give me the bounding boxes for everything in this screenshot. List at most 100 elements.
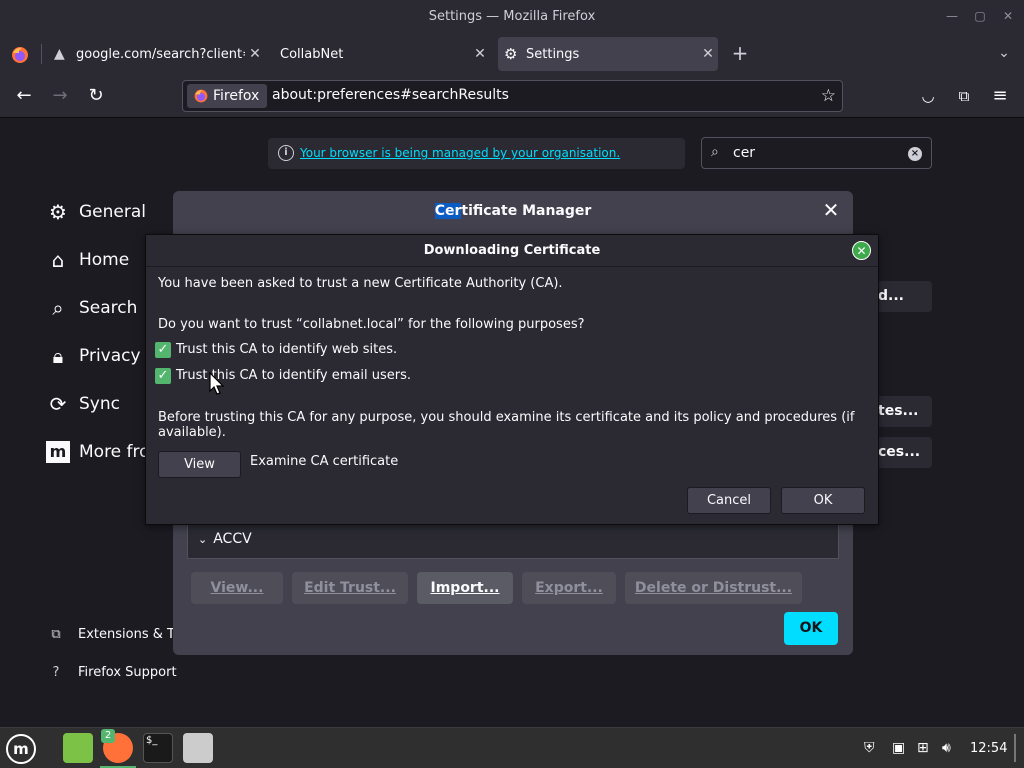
certificate-tree[interactable]: ⌄ ACCV (187, 521, 839, 559)
managed-link[interactable]: Your browser is being managed by your or… (300, 146, 620, 160)
help-icon: ? (52, 665, 60, 680)
managed-notice: i Your browser is being managed by your … (268, 138, 685, 169)
network-icon[interactable]: ⊞ (917, 740, 929, 756)
home-icon: ⌂ (51, 248, 65, 272)
window-titlebar: Settings — Mozilla Firefox — ▢ ✕ (0, 0, 1024, 34)
terminal-icon[interactable]: $_ (143, 733, 173, 763)
trust-web-checkbox[interactable]: ✓ (155, 342, 171, 358)
title-rest: tificate Manager (461, 203, 592, 219)
extensions-themes-link[interactable]: ⧉ Extensions & Th (46, 627, 183, 642)
view-cert-button[interactable]: View... (191, 572, 283, 604)
category-search[interactable]: ⌕ Search (46, 294, 137, 322)
edit-trust-button[interactable]: Edit Trust... (292, 572, 408, 604)
tab-collabnet[interactable]: CollabNet ✕ (272, 37, 490, 71)
button-label: ces... (878, 444, 921, 460)
url-text[interactable]: about:preferences#searchResults (272, 87, 509, 103)
delete-distrust-button[interactable]: Delete or Distrust... (625, 572, 802, 604)
view-certificate-button[interactable]: View (158, 451, 241, 478)
close-window-button[interactable]: ✕ (1000, 8, 1016, 24)
menu-icon[interactable]: ≡ (986, 82, 1014, 110)
intro-text: You have been asked to trust a new Certi… (158, 276, 563, 291)
trust-email-checkbox[interactable]: ✓ (155, 368, 171, 384)
button-label: d... (878, 288, 904, 304)
dialog-title: Downloading Certificate (423, 243, 601, 258)
close-tab-icon[interactable]: ✕ (470, 46, 490, 62)
footer-label: Firefox Support (78, 665, 177, 680)
identity-label: Firefox (213, 88, 260, 104)
category-general[interactable]: ⚙ General (46, 198, 146, 226)
volume-icon[interactable]: 🔊︎ (942, 740, 951, 756)
question-text: Do you want to trust “collabnet.local” f… (158, 317, 585, 332)
window-title: Settings — Mozilla Firefox (428, 9, 596, 24)
maximize-button[interactable]: ▢ (972, 8, 988, 24)
lock-icon: 🔒︎ (52, 344, 64, 368)
firefox-logo-icon (194, 89, 208, 103)
identity-box[interactable]: Firefox (187, 84, 268, 108)
window-count-badge: 2 (101, 729, 115, 743)
footer-label: Extensions & Th (78, 627, 184, 642)
category-home[interactable]: ⌂ Home (46, 246, 130, 274)
close-icon[interactable]: ✕ (821, 200, 841, 220)
examine-label: Examine CA certificate (250, 454, 399, 469)
new-tab-button[interactable]: + (730, 43, 750, 63)
list-tabs-button[interactable]: ⌄ (994, 43, 1014, 63)
tree-row[interactable]: ⌄ ACCV (198, 531, 252, 547)
tree-row-label: ACCV (213, 531, 252, 547)
warning-icon: ▲ (54, 46, 65, 62)
close-tab-icon[interactable]: ✕ (245, 46, 265, 62)
title-highlight: Cer (434, 203, 462, 219)
clear-search-icon[interactable]: × (908, 147, 922, 161)
tab-label: google.com/search?client= (76, 46, 245, 62)
update-icon[interactable]: ▣ (892, 740, 905, 756)
tab-settings[interactable]: ⚙ Settings ✕ (498, 37, 718, 71)
taskbar: m 2 $_ ⛨ ▣ ⊞ 🔊︎ 12:54 (0, 727, 1024, 768)
category-more-from-mozilla[interactable]: m More fro (46, 438, 150, 466)
cancel-button[interactable]: Cancel (687, 487, 771, 514)
clock[interactable]: 12:54 (970, 741, 1007, 756)
minimize-button[interactable]: — (944, 8, 960, 24)
import-button[interactable]: Import... (417, 572, 513, 604)
mint-menu-icon[interactable]: m (6, 734, 36, 764)
close-tab-icon[interactable]: ✕ (698, 46, 718, 62)
category-privacy[interactable]: 🔒︎ Privacy & (46, 342, 160, 370)
back-button[interactable]: ← (10, 82, 38, 110)
mozilla-icon: m (46, 441, 70, 463)
tab-bar: ▲ google.com/search?client= ✕ CollabNet … (0, 34, 1024, 74)
extensions-icon[interactable]: ⧉ (950, 82, 978, 110)
forward-button[interactable]: → (46, 82, 74, 110)
firefox-support-link[interactable]: ? Firefox Support (46, 665, 177, 680)
settings-search-input[interactable]: ⌕ cer × (701, 137, 932, 169)
close-icon[interactable]: ✕ (852, 241, 871, 260)
tab-label: Settings (526, 46, 580, 62)
dialog-header: Downloading Certificate ✕ (146, 235, 878, 267)
pocket-icon[interactable]: ◡ (914, 82, 942, 110)
button-label: tes... (878, 403, 919, 419)
shield-icon[interactable]: ⛨ (864, 740, 875, 756)
category-label: More fro (79, 442, 150, 462)
ok-button[interactable]: OK (781, 487, 865, 514)
warning-text: Before trusting this CA for any purpose,… (158, 410, 855, 440)
category-sync[interactable]: ⟳ Sync (46, 390, 120, 418)
certificate-manager-title: Certificate Manager (173, 203, 853, 219)
url-bar[interactable]: Firefox about:preferences#searchResults … (182, 80, 843, 112)
search-value: cer (733, 145, 756, 161)
reload-button[interactable]: ↻ (82, 82, 110, 110)
tab-google[interactable]: ▲ google.com/search?client= ✕ (50, 37, 265, 71)
files-icon[interactable] (63, 733, 93, 763)
tab-separator (41, 44, 42, 64)
category-label: Sync (79, 394, 120, 414)
settings-app-icon[interactable] (183, 733, 213, 763)
category-label: Search (79, 298, 138, 318)
show-desktop-button[interactable] (1014, 734, 1016, 762)
bookmark-star-icon[interactable]: ☆ (821, 86, 836, 106)
cert-manager-ok-button[interactable]: OK (784, 612, 838, 645)
downloading-certificate-dialog: Downloading Certificate ✕ You have been … (145, 234, 879, 525)
category-label: General (79, 202, 146, 222)
trust-web-label[interactable]: Trust this CA to identify web sites. (176, 342, 397, 357)
puzzle-icon: ⧉ (51, 627, 61, 642)
gear-icon: ⚙ (504, 45, 518, 63)
export-button[interactable]: Export... (522, 572, 616, 604)
firefox-menu-icon[interactable] (10, 45, 30, 65)
sync-icon: ⟳ (49, 392, 67, 416)
mouse-cursor-icon (209, 372, 225, 395)
